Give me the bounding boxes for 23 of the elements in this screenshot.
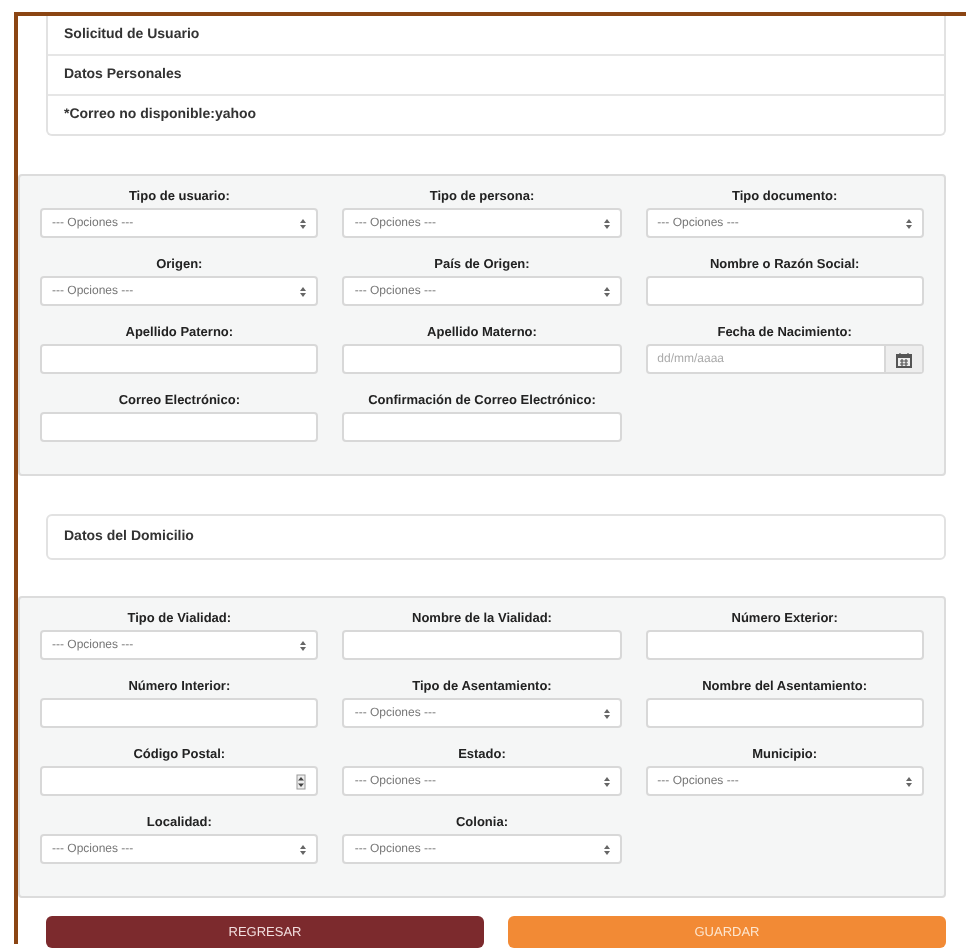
spinner-icon[interactable] [296, 773, 307, 789]
updown-arrows-icon [300, 285, 307, 297]
input-field[interactable] [40, 412, 319, 442]
input-field[interactable] [40, 344, 319, 374]
input-field[interactable] [342, 630, 622, 660]
updown-arrows-icon [603, 217, 610, 229]
updown-arrows-icon [905, 775, 912, 787]
updown-arrows-icon [603, 285, 610, 297]
input-field[interactable] [342, 344, 622, 374]
input-field[interactable] [342, 412, 622, 442]
updown-arrows-icon [603, 707, 610, 719]
updown-arrows-icon [300, 843, 307, 855]
updown-arrows-icon [603, 843, 610, 855]
input-field[interactable] [645, 276, 924, 306]
number-field[interactable] [40, 766, 319, 796]
updown-arrows-icon [905, 217, 912, 229]
input-field[interactable] [645, 630, 924, 660]
calendar-icon[interactable] [895, 351, 912, 367]
updown-arrows-icon [300, 217, 307, 229]
updown-arrows-icon [300, 639, 307, 651]
input-field[interactable] [645, 698, 924, 728]
input-field[interactable] [40, 698, 319, 728]
updown-arrows-icon [603, 775, 610, 787]
